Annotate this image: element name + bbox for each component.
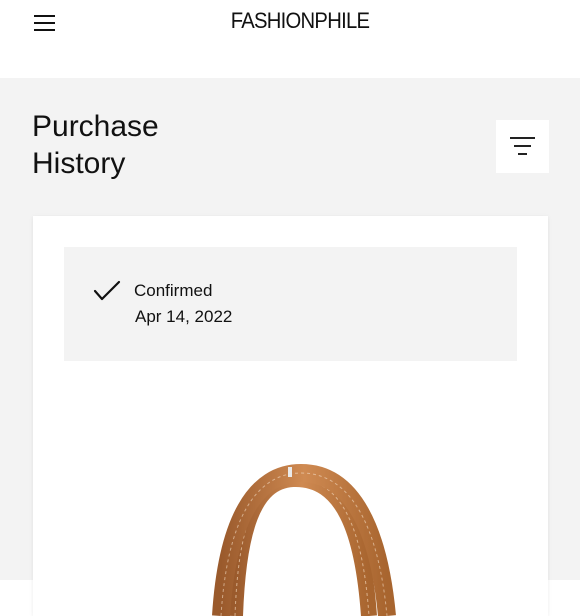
page-title: Purchase History bbox=[32, 108, 332, 182]
page-title-line1: Purchase bbox=[32, 110, 159, 143]
main-content: Purchase History Confirmed Apr 14, 2022 bbox=[0, 78, 580, 616]
order-status-box: Confirmed Apr 14, 2022 bbox=[64, 247, 517, 361]
order-card[interactable]: Confirmed Apr 14, 2022 bbox=[33, 216, 548, 616]
brand-logo[interactable]: FASHIONPHILE bbox=[208, 6, 392, 36]
order-status-label: Confirmed bbox=[134, 281, 213, 300]
top-header: FASHIONPHILE bbox=[0, 0, 580, 78]
hamburger-menu-icon[interactable] bbox=[34, 12, 56, 32]
page-title-line2: History bbox=[32, 147, 126, 180]
filter-button[interactable] bbox=[496, 120, 549, 173]
order-date: Apr 14, 2022 bbox=[135, 307, 233, 326]
tote-bag-photo[interactable] bbox=[183, 411, 433, 616]
checkmark-icon bbox=[93, 280, 121, 301]
